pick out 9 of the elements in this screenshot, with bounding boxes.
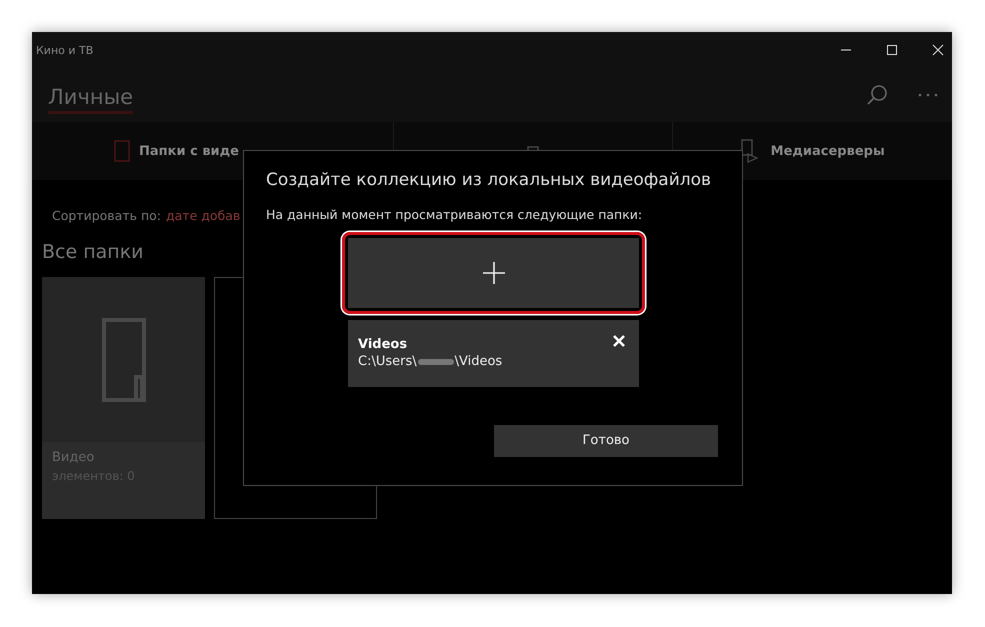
folder-path: \Videos bbox=[454, 354, 502, 370]
sort-label: Сортировать по: bbox=[52, 208, 161, 223]
window-title: Кино и ТВ bbox=[36, 44, 94, 56]
dialog-title: Создайте коллекцию из локальных видеофайлов bbox=[266, 169, 712, 192]
folder-name: Видео bbox=[52, 450, 96, 465]
folder-path: C:\Users\ bbox=[358, 354, 417, 370]
section-title: Все папки bbox=[42, 241, 145, 263]
folder-name: Videos bbox=[358, 337, 408, 352]
dialog-subtitle: На данный момент просматриваются следующие папки: bbox=[266, 206, 644, 222]
